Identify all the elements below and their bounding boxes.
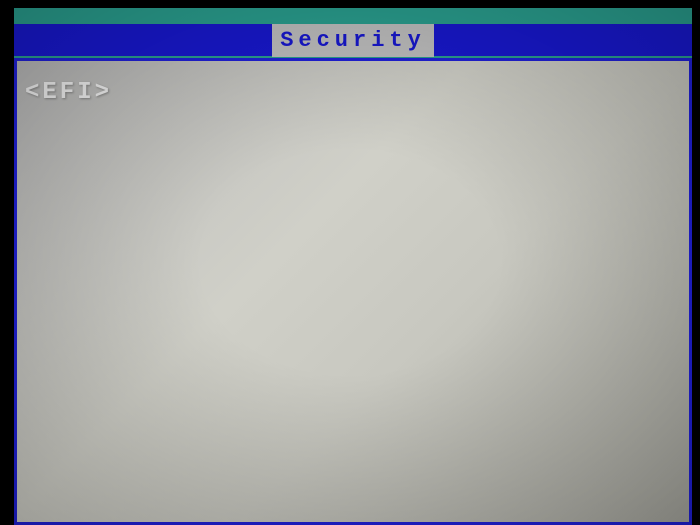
tab-security[interactable]: Security — [272, 24, 434, 57]
bezel-right — [692, 0, 700, 525]
bezel-top — [0, 0, 700, 8]
content-panel: <EFI> — [14, 58, 692, 525]
list-item-efi[interactable]: <EFI> — [25, 79, 112, 106]
bios-screen: Security <EFI> — [0, 0, 700, 525]
bezel-left — [0, 0, 14, 525]
menu-bar: Security — [14, 24, 692, 56]
